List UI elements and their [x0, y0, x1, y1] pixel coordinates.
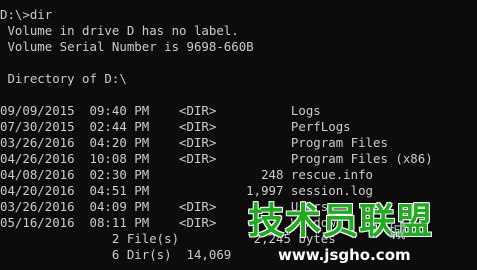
volume-label-line: Volume in drive D has no label.	[0, 23, 239, 38]
listing-row: 04/08/2016 02:30 PM 248 rescue.info	[0, 167, 373, 182]
console-window[interactable]: D:\>dir Volume in drive D has no label. …	[0, 0, 477, 270]
listing-row: 09/09/2015 09:40 PM <DIR> Logs	[0, 103, 321, 118]
dirs-summary-line: 6 Dir(s) 14,069	[0, 247, 232, 262]
listing-row: 04/26/2016 10:08 PM <DIR> Program Files …	[0, 151, 433, 166]
watermark-suffix: 城	[388, 222, 406, 243]
watermark-url: www.jsgho.com	[278, 246, 411, 264]
volume-serial-line: Volume Serial Number is 9698-660B	[0, 39, 254, 54]
listing-row: 07/30/2015 02:44 PM <DIR> PerfLogs	[0, 119, 351, 134]
prompt-command-line: D:\>dir	[0, 7, 53, 22]
site-watermark: 技术员联盟 城 www.jsgho.com	[228, 198, 477, 270]
listing-row: 03/26/2016 04:20 PM <DIR> Program Files	[0, 135, 388, 150]
directory-of-line: Directory of D:\	[0, 71, 127, 86]
listing-row: 04/20/2016 04:51 PM 1,997 session.log	[0, 183, 373, 198]
